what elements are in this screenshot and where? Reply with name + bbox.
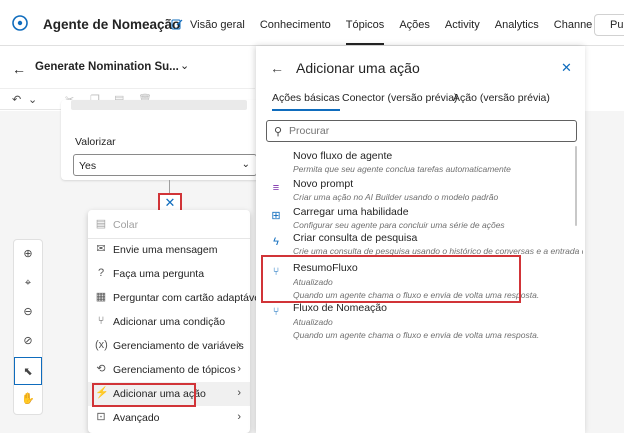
main-nav: Visão geral Conhecimento Tópicos Ações A…	[190, 19, 607, 45]
topic-icon: ⟲	[96, 363, 106, 375]
paste-icon: ▤	[95, 218, 107, 230]
menu-item-send-message[interactable]: ✉ Envie uma mensagem	[88, 238, 250, 262]
copilot-studio-logo-icon	[12, 15, 28, 31]
menu-item-paste[interactable]: ▤ Colar	[88, 213, 250, 237]
tab-basic-actions[interactable]: Ações básicas	[272, 92, 340, 111]
chevron-right-icon: ›	[237, 411, 241, 423]
search-icon: ⚲	[274, 126, 283, 138]
select-pointer-icon[interactable]: ⬉	[14, 357, 42, 385]
valorizar-value: Yes	[79, 160, 97, 172]
chevron-down-icon[interactable]: ⌄	[180, 59, 189, 72]
topic-header: ← Generate Nomination Su... ⌄	[0, 47, 255, 87]
tab-connector-preview[interactable]: Conector (versão prévia)	[342, 92, 458, 104]
close-icon[interactable]: ✕	[561, 60, 572, 76]
back-arrow-icon[interactable]: ←	[12, 61, 26, 77]
zoom-controls: ⊕ ⌖ ⊖ ⊘ ⬉ ✋	[13, 239, 43, 415]
menu-item-advanced[interactable]: ⊡ Avançado ›	[88, 406, 250, 430]
valorizar-label: Valorizar	[75, 136, 116, 148]
pan-hand-icon[interactable]: ✋	[18, 389, 38, 409]
valorizar-dropdown[interactable]: Yes ⌄	[73, 154, 257, 176]
chevron-right-icon: ›	[237, 339, 241, 351]
minimap-icon[interactable]: ⊘	[18, 331, 38, 351]
menu-item-ask-question[interactable]: ? Faça uma pergunta	[88, 262, 250, 286]
tab-action-preview[interactable]: Ação (versão prévia)	[453, 92, 550, 104]
action-search-box: ⚲	[266, 120, 577, 142]
prompt-icon: ≡	[272, 182, 280, 194]
branch-icon: ⑂	[97, 315, 105, 327]
menu-item-topic-management[interactable]: ⟲ Gerenciamento de tópicos ›	[88, 358, 250, 382]
nav-tab-topics[interactable]: Tópicos	[345, 19, 384, 45]
question-icon: ?	[97, 267, 105, 279]
action-item-fluxo-de-nomeacao[interactable]: ⑂ Fluxo de Nomeação Atualizado Quando um…	[256, 302, 585, 342]
nav-tab-channels[interactable]: Channe	[554, 19, 593, 31]
skill-icon: ⊞	[271, 210, 281, 222]
nav-tab-activity[interactable]: Activity	[445, 19, 480, 31]
add-action-panel: ← Adicionar uma ação ✕ Ações básicas Con…	[256, 46, 585, 433]
chevron-down-icon[interactable]: ⌄	[28, 93, 40, 106]
highlight-box-add-action	[92, 383, 196, 407]
nav-tab-knowledge[interactable]: Conhecimento	[260, 19, 331, 31]
nav-tab-overview[interactable]: Visão geral	[190, 19, 245, 31]
lightning-icon: ϟ	[273, 236, 279, 248]
recenter-icon[interactable]: ⌖	[18, 273, 38, 293]
variable-icon: (x)	[95, 339, 108, 351]
zoom-out-icon[interactable]: ⊖	[18, 302, 38, 322]
variable-chip	[71, 100, 247, 110]
advanced-icon: ⊡	[96, 411, 106, 423]
nav-tab-actions[interactable]: Ações	[399, 19, 430, 31]
action-search-input[interactable]	[289, 124, 569, 138]
menu-item-add-condition[interactable]: ⑂ Adicionar uma condição	[88, 310, 250, 334]
menu-item-adaptive-card[interactable]: ▦ Perguntar com cartão adaptável	[88, 286, 263, 310]
zoom-in-icon[interactable]: ⊕	[18, 244, 38, 264]
undo-icon[interactable]: ↶	[12, 93, 24, 106]
card-icon: ▦	[95, 291, 107, 303]
highlight-box-resumo-fluxo	[261, 255, 521, 303]
node-connector	[169, 180, 170, 194]
chevron-right-icon: ›	[237, 363, 241, 375]
publish-button[interactable]: Pul	[594, 14, 624, 36]
agent-name: Agente de Nomeação	[43, 17, 181, 32]
flow-icon	[270, 154, 282, 166]
back-arrow-icon[interactable]: ←	[270, 60, 284, 76]
message-icon: ✉	[96, 243, 106, 255]
topic-title: Generate Nomination Su...	[35, 61, 179, 73]
edit-agent-icon[interactable]	[171, 18, 183, 30]
chevron-right-icon: ›	[237, 387, 241, 399]
top-navigation-bar: Agente de Nomeação Visão geral Conhecime…	[0, 0, 624, 46]
panel-title: Adicionar uma ação	[296, 60, 420, 76]
flow-connector-icon: ⑂	[272, 306, 280, 318]
nav-tab-analytics[interactable]: Analytics	[495, 19, 539, 31]
panel-tabs: Ações básicas Conector (versão prévia) A…	[272, 92, 572, 112]
menu-item-variable-management[interactable]: (x) Gerenciamento de variáveis ›	[88, 334, 250, 358]
chevron-down-icon: ⌄	[241, 159, 250, 170]
